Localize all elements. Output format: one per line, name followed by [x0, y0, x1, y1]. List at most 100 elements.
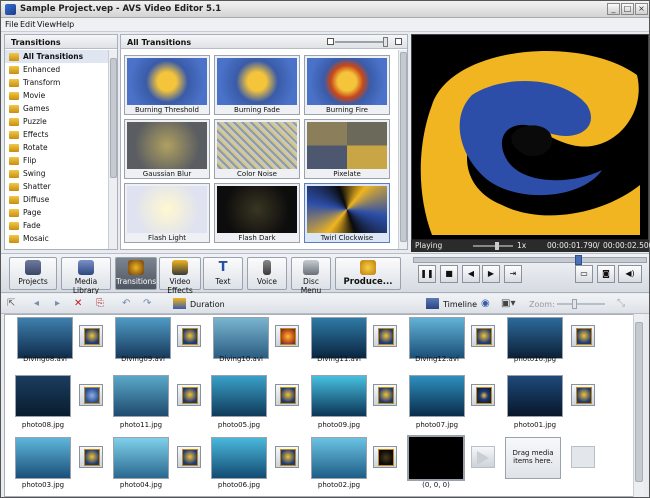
menu-file[interactable]: File	[5, 20, 18, 29]
redo-icon[interactable]: ↷	[143, 298, 151, 309]
media-thumbnail[interactable]	[15, 437, 71, 479]
next-frame-button[interactable]: ▶	[482, 265, 500, 283]
small-view-icon[interactable]	[327, 38, 334, 45]
media-thumbnail[interactable]	[113, 437, 169, 479]
transition-slot[interactable]	[373, 384, 397, 406]
category-all-transitions[interactable]: All Transitions	[5, 50, 109, 63]
media-thumbnail[interactable]	[15, 375, 71, 417]
storyboard-scrollbar[interactable]	[633, 314, 644, 497]
delete-icon[interactable]: ✕	[74, 298, 82, 309]
media-thumbnail[interactable]	[211, 437, 267, 479]
category-page[interactable]: Page	[5, 206, 109, 219]
fullscreen-button[interactable]: ⇥	[504, 265, 522, 283]
transition-tile[interactable]: Flash Dark	[214, 183, 300, 243]
transition-slot[interactable]	[79, 446, 103, 468]
zoom-handle[interactable]	[572, 299, 577, 309]
transition-slot[interactable]	[79, 325, 103, 347]
transition-slot[interactable]	[275, 325, 299, 347]
transition-slot[interactable]	[177, 446, 201, 468]
move-right-icon[interactable]: ▸	[55, 298, 60, 309]
transition-tile[interactable]: Pixelate	[304, 119, 390, 179]
seek-handle[interactable]	[575, 255, 582, 265]
media-thumbnail[interactable]	[115, 317, 171, 359]
menu-edit[interactable]: Edit	[20, 20, 36, 29]
media-thumbnail[interactable]	[409, 375, 465, 417]
transition-tile[interactable]: Flash Light	[124, 183, 210, 243]
undo-icon[interactable]: ↶	[122, 298, 130, 309]
black-color-clip[interactable]	[407, 435, 465, 481]
close-button[interactable]: ×	[635, 3, 648, 15]
large-view-icon[interactable]	[395, 38, 402, 45]
menu-view[interactable]: View	[37, 20, 56, 29]
transition-slot[interactable]	[571, 325, 595, 347]
category-effects[interactable]: Effects	[5, 128, 109, 141]
thumbnail-size-slider[interactable]	[335, 41, 385, 43]
category-transform[interactable]: Transform	[5, 76, 109, 89]
timeline-icon[interactable]	[426, 298, 439, 309]
transition-slot[interactable]	[373, 325, 397, 347]
scrollbar-thumb[interactable]	[400, 52, 407, 242]
view-mode-icon[interactable]: ▣▾	[501, 298, 515, 309]
transition-tile[interactable]: Color Noise	[214, 119, 300, 179]
transition-tile-selected[interactable]: Twirl Clockwise	[304, 183, 390, 243]
media-thumbnail[interactable]	[311, 437, 367, 479]
disc-menu-button[interactable]: Disc Menu	[291, 257, 331, 295]
speed-handle[interactable]	[495, 242, 499, 250]
transition-tile[interactable]: Burning Fade	[214, 55, 300, 115]
media-thumbnail[interactable]	[507, 317, 563, 359]
duration-icon[interactable]	[173, 298, 186, 309]
transitions-button[interactable]: Transitions	[115, 257, 157, 290]
category-rotate[interactable]: Rotate	[5, 141, 109, 154]
transition-slot[interactable]	[275, 446, 299, 468]
media-thumbnail[interactable]	[113, 375, 169, 417]
media-library-button[interactable]: Media Library	[61, 257, 111, 295]
category-swing[interactable]: Swing	[5, 167, 109, 180]
transition-slot[interactable]	[373, 446, 397, 468]
media-thumbnail[interactable]	[213, 317, 269, 359]
category-scrollbar[interactable]	[108, 50, 117, 249]
maximize-button[interactable]: □	[621, 3, 634, 15]
previous-frame-button[interactable]: ◀	[462, 265, 480, 283]
category-mosaic[interactable]: Mosaic	[5, 232, 109, 245]
category-flip[interactable]: Flip	[5, 154, 109, 167]
media-thumbnail[interactable]	[409, 317, 465, 359]
transition-slot[interactable]	[471, 384, 495, 406]
delete-all-icon[interactable]: ⎘	[96, 298, 104, 309]
stop-button[interactable]: ■	[440, 265, 458, 283]
voice-button[interactable]: Voice	[247, 257, 287, 290]
transition-slot[interactable]	[571, 384, 595, 406]
empty-slot[interactable]	[571, 446, 595, 468]
scrollbar-thumb[interactable]	[635, 322, 643, 482]
menu-help[interactable]: Help	[56, 20, 74, 29]
category-games[interactable]: Games	[5, 102, 109, 115]
scrollbar-thumb[interactable]	[110, 58, 117, 178]
transition-slot[interactable]	[79, 384, 103, 406]
volume-button[interactable]: ◀)	[618, 265, 642, 283]
preview-seek-bar[interactable]	[413, 257, 647, 263]
produce-button[interactable]: Produce...	[335, 257, 401, 290]
audio-capture-icon[interactable]: ◉	[481, 298, 490, 309]
slider-handle[interactable]	[383, 37, 388, 47]
transition-tile[interactable]: Burning Fire	[304, 55, 390, 115]
transition-tile[interactable]: Burning Threshold	[124, 55, 210, 115]
zoom-slider[interactable]	[557, 303, 605, 305]
media-thumbnail[interactable]	[311, 317, 367, 359]
category-enhanced[interactable]: Enhanced	[5, 63, 109, 76]
collapse-icon[interactable]: ⇱	[7, 298, 15, 309]
category-movie[interactable]: Movie	[5, 89, 109, 102]
duration-label[interactable]: Duration	[190, 300, 225, 309]
transition-tile[interactable]: Gaussian Blur	[124, 119, 210, 179]
zoom-fit-icon[interactable]: ⤡	[617, 298, 625, 309]
category-diffuse[interactable]: Diffuse	[5, 193, 109, 206]
monitor-button[interactable]: ▭	[575, 265, 593, 283]
text-button[interactable]: T Text	[203, 257, 243, 290]
media-thumbnail[interactable]	[507, 375, 563, 417]
category-shatter[interactable]: Shatter	[5, 180, 109, 193]
empty-transition-slot[interactable]	[471, 446, 495, 468]
media-thumbnail[interactable]	[17, 317, 73, 359]
transition-slot[interactable]	[275, 384, 299, 406]
pause-button[interactable]: ❚❚	[418, 265, 436, 283]
speed-slider[interactable]	[473, 245, 513, 247]
snapshot-button[interactable]: ◙	[597, 265, 615, 283]
transition-slot[interactable]	[177, 325, 201, 347]
